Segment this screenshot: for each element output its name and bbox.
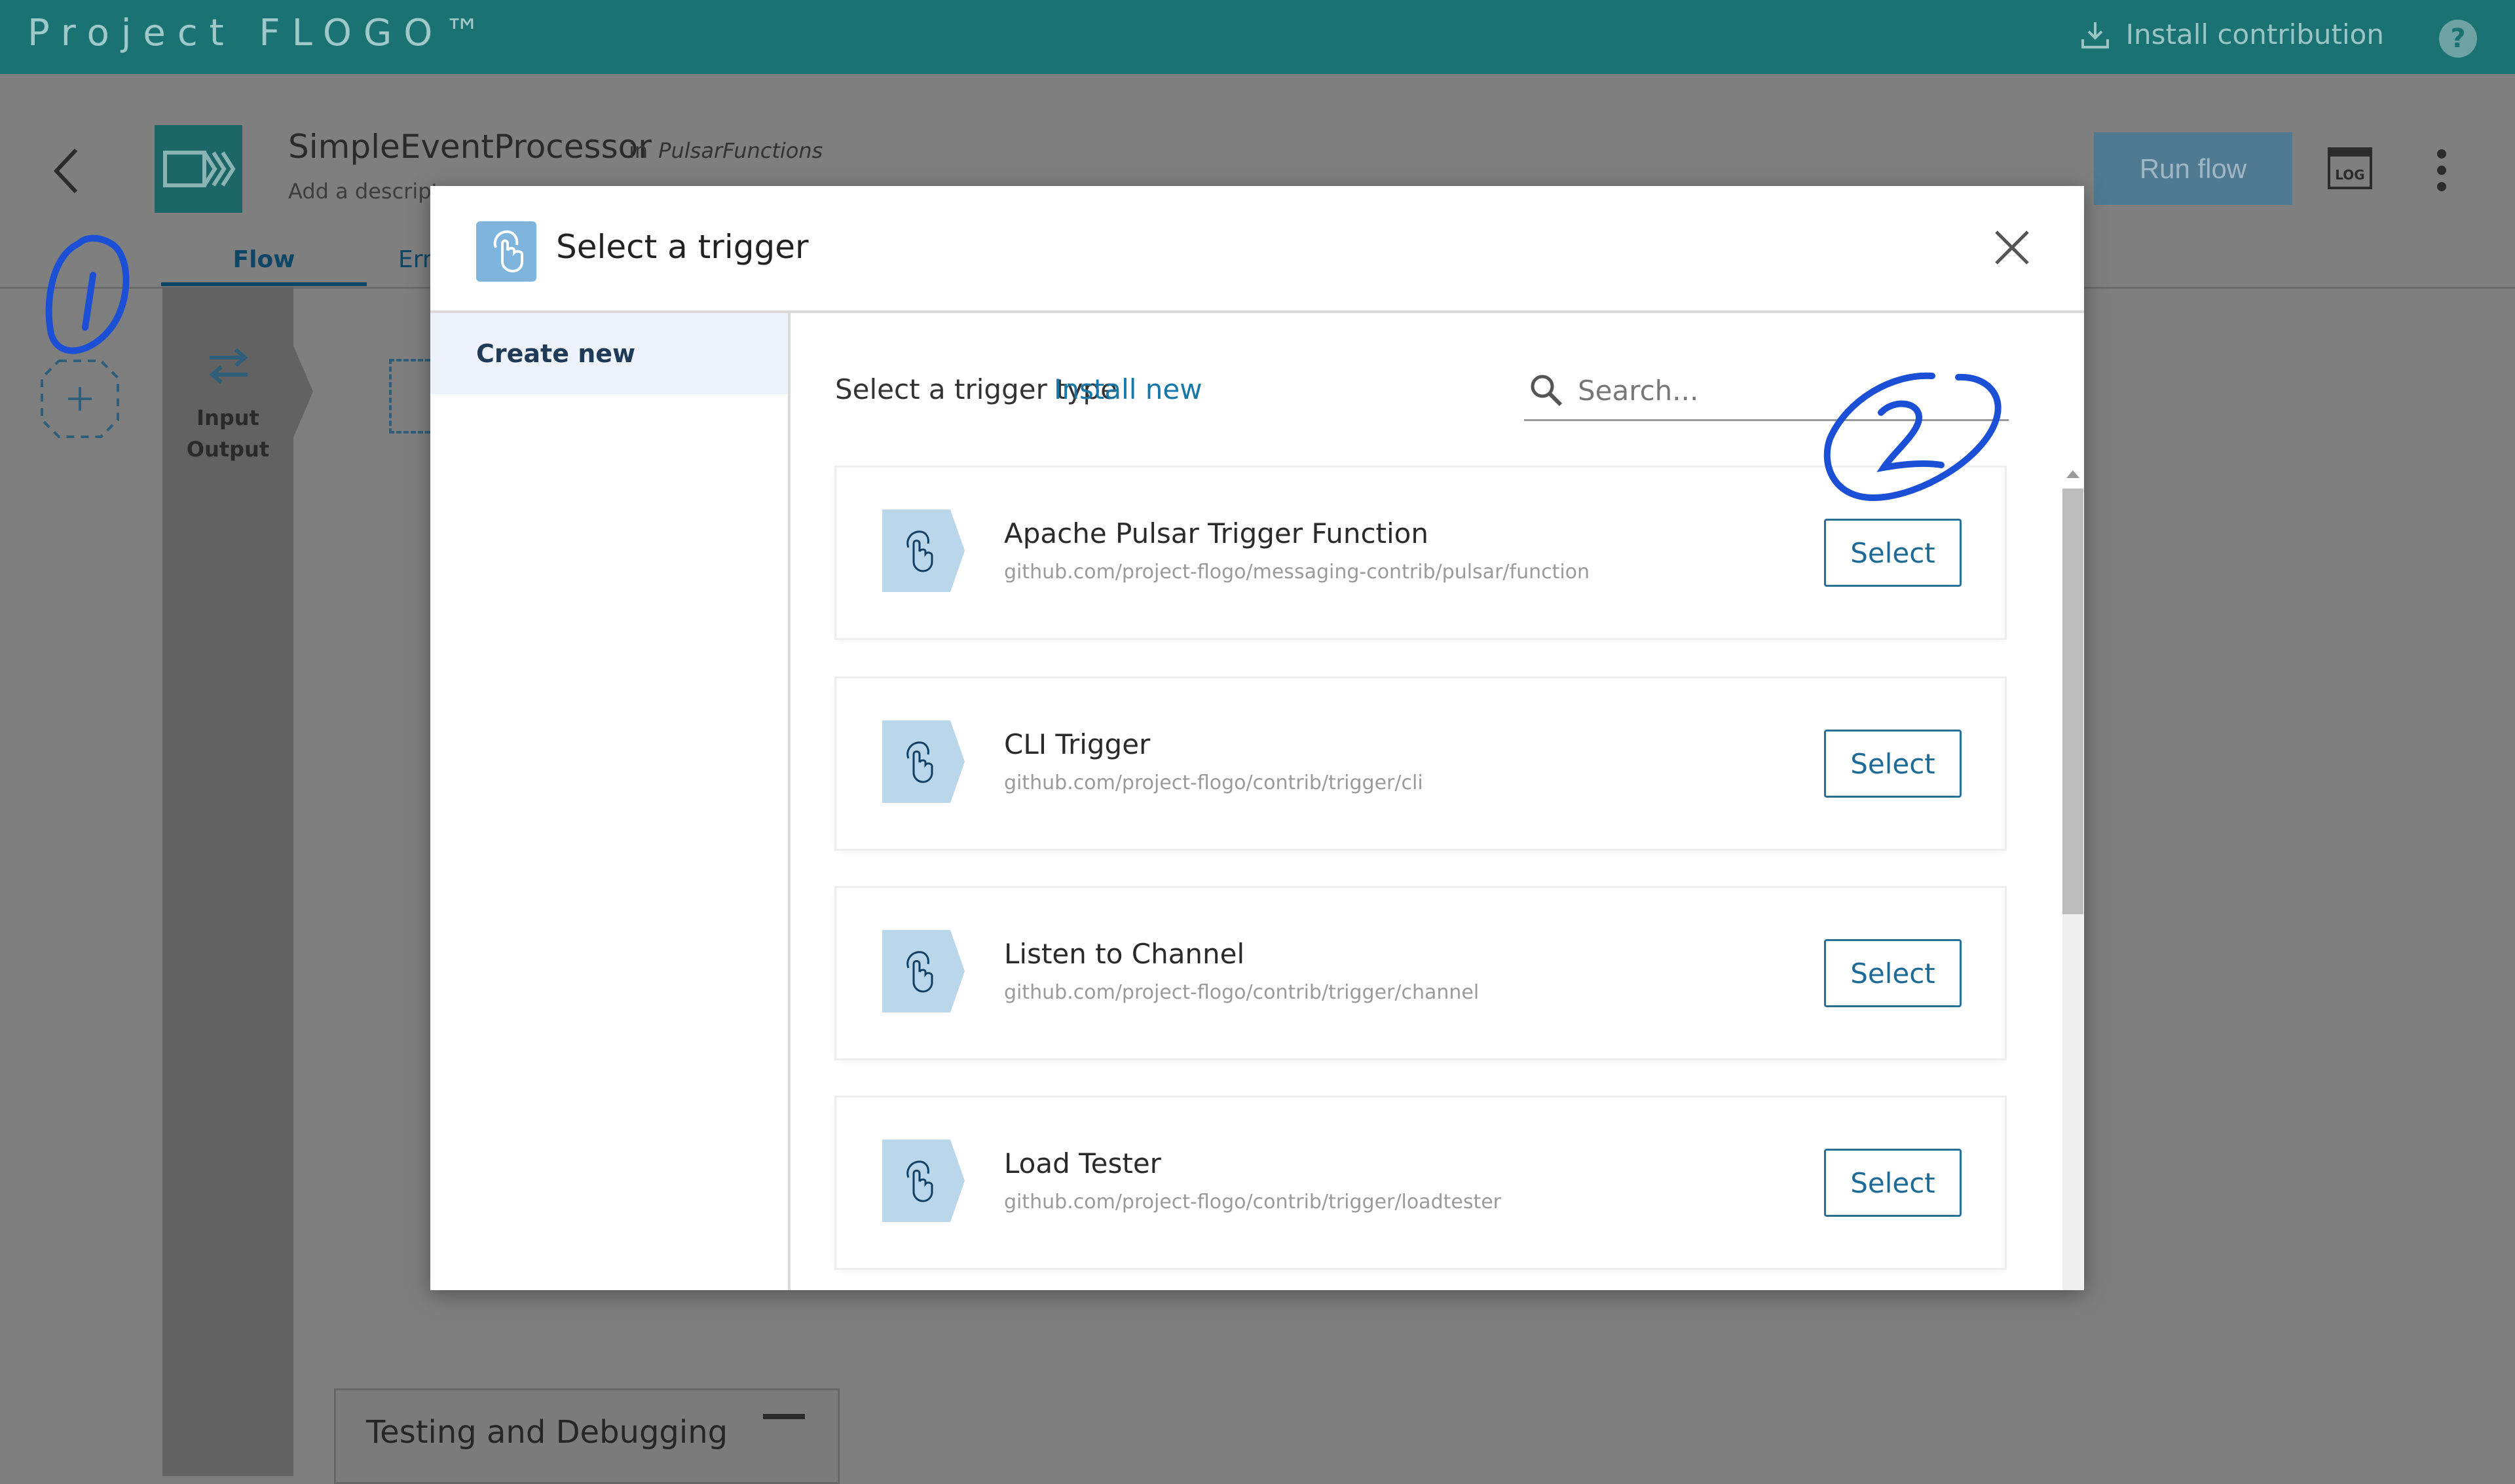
trigger-card: CLI Trigger github.com/project-flogo/con… bbox=[836, 678, 2005, 849]
trigger-card: Load Tester github.com/project-flogo/con… bbox=[836, 1098, 2005, 1268]
flow-description[interactable]: Add a descript bbox=[288, 179, 439, 204]
close-icon[interactable] bbox=[1992, 228, 2032, 267]
select-trigger-dialog: Select a trigger Create new Select a tri… bbox=[430, 186, 2084, 1290]
trigger-ref: github.com/project-flogo/messaging-contr… bbox=[1004, 561, 1590, 584]
trigger-ref: github.com/project-flogo/contrib/trigger… bbox=[1004, 981, 1480, 1004]
trigger-name: CLI Trigger bbox=[1004, 728, 1151, 760]
testing-title: Testing and Debugging bbox=[366, 1414, 728, 1451]
annotation-circle-1 bbox=[45, 234, 130, 354]
trigger-name: Apache Pulsar Trigger Function bbox=[1004, 517, 1428, 549]
trigger-ref: github.com/project-flogo/contrib/trigger… bbox=[1004, 771, 1423, 794]
trigger-name: Load Tester bbox=[1004, 1147, 1161, 1179]
minimize-icon[interactable] bbox=[763, 1414, 805, 1419]
input-output-icon bbox=[209, 348, 248, 384]
trigger-hand-icon bbox=[882, 930, 965, 1012]
back-arrow-icon[interactable] bbox=[50, 145, 83, 197]
search-icon bbox=[1531, 375, 1563, 407]
select-button[interactable]: Select bbox=[1824, 730, 1962, 798]
add-trigger-slot[interactable] bbox=[39, 358, 121, 439]
brand-logo: Project FLOGO™ bbox=[28, 12, 493, 54]
more-options-icon[interactable] bbox=[2434, 147, 2450, 193]
input-output-label: Input Output bbox=[162, 402, 293, 465]
input-output-panel[interactable]: Input Output bbox=[162, 287, 293, 1476]
select-button[interactable]: Select bbox=[1824, 1149, 1962, 1217]
input-label: Input bbox=[196, 405, 259, 430]
install-contribution-button[interactable]: Install contribution bbox=[2080, 18, 2384, 50]
tab-flow[interactable]: Flow bbox=[161, 238, 367, 286]
app-breadcrumb: in PulsarFunctions bbox=[629, 138, 823, 163]
trigger-icon bbox=[476, 221, 536, 282]
top-bar: Project FLOGO™ Install contribution ? bbox=[0, 0, 2515, 74]
log-label: LOG bbox=[2335, 167, 2364, 183]
install-new-link[interactable]: Install new bbox=[1054, 373, 1202, 405]
trigger-hand-icon bbox=[882, 720, 965, 803]
trigger-name: Listen to Channel bbox=[1004, 938, 1245, 970]
in-label: in bbox=[629, 138, 648, 163]
scroll-thumb[interactable] bbox=[2062, 489, 2083, 914]
trigger-card: Listen to Channel github.com/project-flo… bbox=[836, 888, 2005, 1058]
download-icon bbox=[2081, 22, 2109, 48]
scroll-up-icon[interactable] bbox=[2065, 468, 2081, 481]
annotation-circle-2 bbox=[1823, 372, 2002, 502]
panel-arrow bbox=[293, 346, 313, 437]
sidebar-item-create-new[interactable]: Create new bbox=[430, 313, 788, 394]
testing-debugging-panel[interactable]: Testing and Debugging bbox=[334, 1388, 840, 1484]
help-icon[interactable]: ? bbox=[2439, 20, 2477, 58]
trigger-hand-icon bbox=[882, 1140, 965, 1222]
select-button[interactable]: Select bbox=[1824, 939, 1962, 1007]
install-contribution-label: Install contribution bbox=[2125, 18, 2384, 50]
app-name-link[interactable]: PulsarFunctions bbox=[658, 138, 823, 163]
log-icon[interactable]: LOG bbox=[2327, 147, 2373, 190]
flow-icon bbox=[155, 125, 242, 213]
run-flow-button[interactable]: Run flow bbox=[2094, 132, 2292, 205]
dialog-sidebar: Create new bbox=[430, 313, 791, 1290]
select-button[interactable]: Select bbox=[1824, 519, 1962, 587]
dialog-title: Select a trigger bbox=[556, 228, 809, 266]
scrollbar[interactable] bbox=[2062, 468, 2083, 1290]
flow-title[interactable]: SimpleEventProcessor bbox=[288, 128, 652, 166]
dialog-header: Select a trigger bbox=[430, 186, 2084, 313]
tab-error-handler[interactable]: Err bbox=[398, 238, 432, 282]
trigger-hand-icon bbox=[882, 510, 965, 592]
output-label: Output bbox=[186, 437, 270, 462]
trigger-ref: github.com/project-flogo/contrib/trigger… bbox=[1004, 1191, 1502, 1214]
